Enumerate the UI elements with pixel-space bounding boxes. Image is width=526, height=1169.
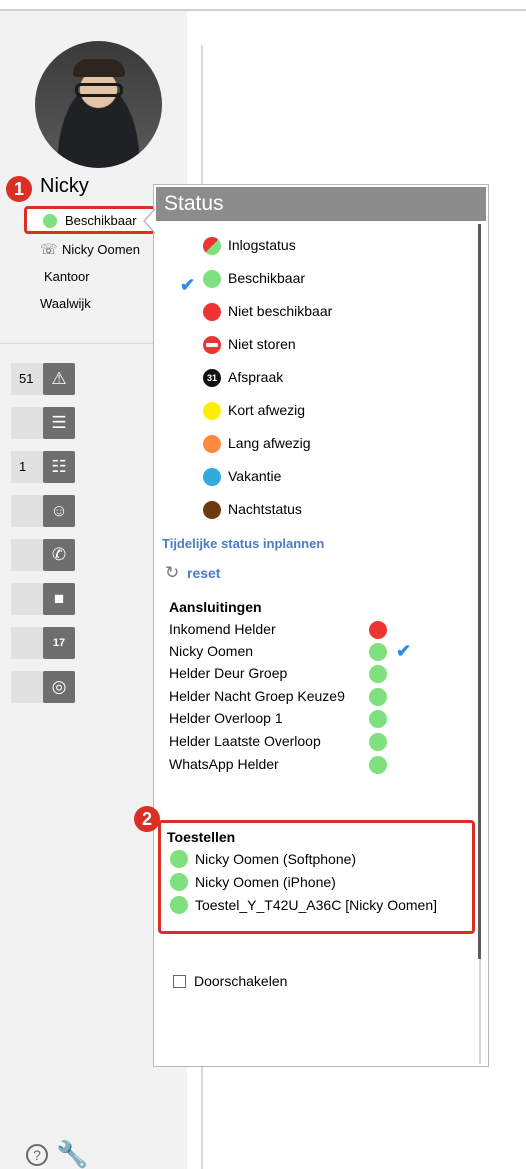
annotation-badge-2: 2 bbox=[134, 806, 160, 832]
connection-item[interactable]: Helder Nacht Groep Keuze9 bbox=[169, 688, 387, 706]
connection-label: Helder Nacht Groep Keuze9 bbox=[169, 688, 345, 704]
voicemail-icon[interactable]: ◎ bbox=[43, 671, 75, 703]
connection-status-dot bbox=[369, 733, 387, 751]
connection-item[interactable]: Nicky Oomen bbox=[169, 643, 387, 661]
status-option-label: Niet storen bbox=[228, 336, 296, 352]
status-dot-blue bbox=[203, 468, 221, 486]
connection-check-icon: ✔ bbox=[396, 641, 412, 661]
status-option-label: Kort afwezig bbox=[228, 402, 306, 418]
scrollbar-thumb[interactable] bbox=[478, 224, 481, 959]
connection-status-dot bbox=[369, 665, 387, 683]
location-text: Kantoor bbox=[44, 269, 90, 284]
connection-status-dot bbox=[369, 710, 387, 728]
connection-item[interactable]: WhatsApp Helder bbox=[169, 756, 387, 774]
status-dot-red bbox=[203, 303, 221, 321]
connection-item[interactable]: Helder Deur Groep bbox=[169, 665, 387, 683]
status-option-label: Niet beschikbaar bbox=[228, 303, 333, 319]
do-not-disturb-icon bbox=[203, 336, 221, 354]
video-icon[interactable]: ■ bbox=[43, 583, 75, 615]
connection-label: Inkomend Helder bbox=[169, 621, 276, 637]
forward-checkbox[interactable] bbox=[173, 975, 186, 988]
phone-icon: ☏ bbox=[40, 241, 58, 257]
connection-status-dot bbox=[369, 688, 387, 706]
user-name: Nicky bbox=[40, 175, 89, 197]
status-dot-split bbox=[203, 237, 221, 255]
popup-caret-inner bbox=[145, 210, 155, 232]
selected-check-icon: ✔ bbox=[180, 275, 196, 295]
status-chip-label: Beschikbaar bbox=[65, 213, 137, 228]
checklist-icon[interactable]: ☷ bbox=[43, 451, 75, 483]
wrench-icon[interactable]: 🔧 bbox=[56, 1139, 88, 1169]
toolbar-row-notes[interactable]: ☰ bbox=[11, 407, 75, 439]
connection-label: WhatsApp Helder bbox=[169, 756, 279, 772]
connection-label: Helder Overloop 1 bbox=[169, 710, 283, 726]
connection-item[interactable]: Inkomend Helder bbox=[169, 621, 387, 639]
forward-label[interactable]: Doorschakelen bbox=[194, 973, 287, 989]
appointment-icon: 31 bbox=[203, 369, 221, 387]
connections-heading: Aansluitingen bbox=[169, 599, 262, 615]
avatar-hair bbox=[73, 59, 125, 77]
toolbar-row-warnings[interactable]: 51 ⚠ bbox=[11, 363, 75, 395]
toolbar-row-contacts[interactable]: ☺ bbox=[11, 495, 75, 527]
status-option-label: Beschikbaar bbox=[228, 270, 306, 286]
status-option-label: Afspraak bbox=[228, 369, 284, 385]
connection-label: Helder Deur Groep bbox=[169, 665, 288, 681]
connection-item[interactable]: Helder Laatste Overloop bbox=[169, 733, 387, 751]
connection-label: Helder Laatste Overloop bbox=[169, 733, 321, 749]
device-label: Nicky Oomen (iPhone) bbox=[195, 874, 336, 890]
device-status-dot bbox=[170, 850, 188, 868]
status-option-label: Nachtstatus bbox=[228, 501, 302, 517]
help-icon[interactable]: ? bbox=[26, 1144, 48, 1166]
avatar-glasses bbox=[75, 83, 123, 97]
devices-heading: Toestellen bbox=[167, 829, 236, 845]
status-dot-yellow bbox=[203, 402, 221, 420]
status-dot bbox=[43, 214, 57, 228]
warning-icon[interactable]: ⚠ bbox=[43, 363, 75, 395]
phone-line: Nicky Oomen bbox=[62, 242, 141, 257]
reset-link[interactable]: reset bbox=[187, 565, 220, 581]
toolbar-row-video[interactable]: ■ bbox=[11, 583, 75, 615]
connection-label: Nicky Oomen bbox=[169, 643, 254, 659]
connection-status-dot bbox=[369, 643, 387, 661]
warnings-count: 51 bbox=[19, 371, 34, 386]
toolbar-row-phone[interactable]: ✆ bbox=[11, 539, 75, 571]
annotation-badge-1: 1 bbox=[6, 176, 32, 202]
calendar-icon[interactable]: 17 bbox=[43, 627, 75, 659]
device-status-dot bbox=[170, 896, 188, 914]
status-option-label: Vakantie bbox=[228, 468, 282, 484]
contacts-icon[interactable]: ☺ bbox=[43, 495, 75, 527]
status-option-label: Inlogstatus bbox=[228, 237, 296, 253]
popup-title: Status bbox=[156, 187, 486, 221]
status-dot-orange bbox=[203, 435, 221, 453]
city-text: Waalwijk bbox=[40, 296, 91, 311]
phone-icon[interactable]: ✆ bbox=[43, 539, 75, 571]
status-dot-brown bbox=[203, 501, 221, 519]
checklist-count: 1 bbox=[19, 459, 27, 474]
plan-temporary-status-link[interactable]: Tijdelijke status inplannen bbox=[162, 536, 324, 551]
status-chip[interactable]: Beschikbaar bbox=[24, 206, 156, 234]
device-label: Toestel_Y_T42U_A36C [Nicky Oomen] bbox=[195, 897, 437, 913]
device-status-dot bbox=[170, 873, 188, 891]
status-option-label: Lang afwezig bbox=[228, 435, 311, 451]
device-label: Nicky Oomen (Softphone) bbox=[195, 851, 357, 867]
status-dot-green bbox=[203, 270, 221, 288]
avatar[interactable] bbox=[35, 41, 162, 168]
connection-item[interactable]: Helder Overloop 1 bbox=[169, 710, 387, 728]
notes-icon[interactable]: ☰ bbox=[43, 407, 75, 439]
toolbar-row-voicemail[interactable]: ◎ bbox=[11, 671, 75, 703]
reset-icon[interactable]: ↻ bbox=[165, 563, 179, 583]
connection-status-dot bbox=[369, 621, 387, 639]
connection-status-dot bbox=[369, 756, 387, 774]
toolbar-row-calendar[interactable]: 17 bbox=[11, 627, 75, 659]
toolbar-row-checklist[interactable]: 1 ☷ bbox=[11, 451, 75, 483]
